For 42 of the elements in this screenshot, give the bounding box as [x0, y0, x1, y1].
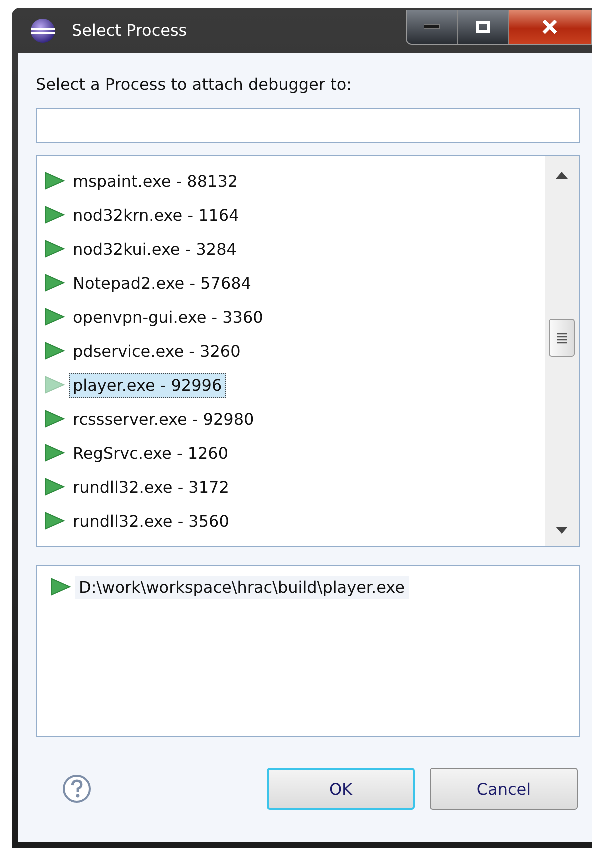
process-item[interactable]: nod32kui.exe - 3284: [69, 236, 241, 262]
close-button[interactable]: [508, 10, 591, 44]
maximize-icon: [476, 21, 490, 33]
help-icon[interactable]: [62, 774, 92, 804]
play-icon: [45, 342, 65, 360]
play-icon: [45, 308, 65, 326]
minimize-button[interactable]: [407, 10, 457, 44]
process-item[interactable]: player.exe - 92996: [69, 372, 226, 398]
maximize-button[interactable]: [457, 10, 508, 44]
process-item[interactable]: Notepad2.exe - 57684: [69, 270, 256, 296]
play-icon: [45, 410, 65, 428]
scroll-thumb[interactable]: [549, 319, 575, 357]
play-icon: [45, 444, 65, 462]
prompt-label: Select a Process to attach debugger to:: [36, 75, 354, 94]
process-item[interactable]: mspaint.exe - 88132: [69, 168, 242, 194]
process-item[interactable]: rcssserver.exe - 92980: [69, 406, 258, 432]
scroll-up-icon: [556, 172, 568, 179]
window-title: Select Process: [72, 21, 188, 40]
process-item[interactable]: pdservice.exe - 3260: [69, 338, 245, 364]
play-icon: [45, 206, 65, 224]
scrollbar[interactable]: [545, 156, 579, 546]
globe-icon: [30, 18, 56, 44]
grip-icon: [557, 332, 567, 344]
process-item[interactable]: nod32krn.exe - 1164: [69, 202, 244, 228]
filter-field[interactable]: [36, 108, 580, 143]
play-icon: [45, 240, 65, 258]
play-icon: [45, 478, 65, 496]
close-icon: [542, 20, 558, 34]
process-item[interactable]: rundll32.exe - 3560: [69, 508, 234, 534]
play-icon: [45, 274, 65, 292]
process-item[interactable]: RegSrvc.exe - 1260: [69, 440, 233, 466]
scroll-down-icon: [556, 527, 568, 534]
play-icon: [51, 578, 71, 596]
minimize-icon: [424, 24, 440, 30]
ok-button[interactable]: OK: [267, 768, 415, 810]
cancel-button[interactable]: Cancel: [430, 768, 578, 810]
play-icon: [45, 376, 65, 394]
path-item[interactable]: D:\work\workspace\hrac\build\player.exe: [75, 576, 409, 598]
play-icon: [45, 512, 65, 530]
process-item[interactable]: rundll32.exe - 3172: [69, 474, 234, 500]
play-icon: [45, 172, 65, 190]
process-item[interactable]: openvpn-gui.exe - 3360: [69, 304, 268, 330]
